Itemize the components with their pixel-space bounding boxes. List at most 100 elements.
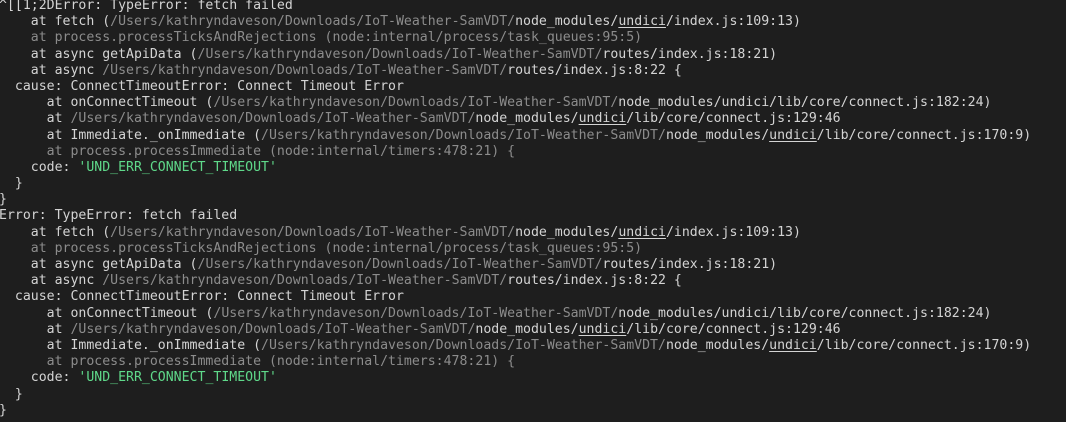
frame-location: /index.js:109:13) <box>665 224 801 240</box>
module-name: undici <box>618 14 666 30</box>
cause-line: cause: ConnectTimeoutError: Connect Time… <box>0 79 1066 95</box>
code-label: code: <box>0 159 79 175</box>
module-name: undici <box>578 111 627 127</box>
code-line: code: 'UND_ERR_CONNECT_TIMEOUT' <box>0 160 1066 176</box>
cause-line: cause: ConnectTimeoutError: Connect Time… <box>0 289 1066 305</box>
code-line: code: 'UND_ERR_CONNECT_TIMEOUT' <box>0 370 1066 386</box>
frame-prefix: at process.processImmediate (node:intern… <box>46 354 516 370</box>
frame-path: /Users/kathryndaveson/Downloads/IoT-Weat… <box>102 62 508 78</box>
frame-path: /Users/kathryndaveson/Downloads/IoT-Weat… <box>261 127 666 143</box>
error-header-line: ^[[1;2DError: TypeError: fetch failed <box>0 0 1066 14</box>
frame-path: /Users/kathryndaveson/Downloads/IoT-Weat… <box>110 224 516 240</box>
frame-location: routes/index.js:18:21) <box>602 257 778 272</box>
frame-location: node_modules/ <box>475 111 579 127</box>
stack-frame-line: at /Users/kathryndaveson/Downloads/IoT-W… <box>0 111 1066 127</box>
module-name: undici <box>769 337 817 353</box>
frame-prefix: at <box>46 111 71 127</box>
error-header: ^[[1;2DError: TypeError: fetch failed <box>0 0 293 13</box>
stack-frame-line: at onConnectTimeout (/Users/kathryndaves… <box>0 95 1066 111</box>
frame-location: node_modules/undici/lib/core/connect.js:… <box>618 305 992 321</box>
frame-location: /lib/core/connect.js:170:9) <box>816 127 1032 143</box>
closing-brace-inner: } <box>0 387 1066 403</box>
frame-prefix: at Immediate._onImmediate ( <box>46 337 262 353</box>
stack-frame-line: at onConnectTimeout (/Users/kathryndaves… <box>0 306 1066 322</box>
brace: } <box>0 176 23 192</box>
stack-frame-line: at Immediate._onImmediate (/Users/kathry… <box>0 128 1066 144</box>
frame-prefix: at onConnectTimeout ( <box>46 305 214 321</box>
frame-location: node_modules/ <box>665 337 770 353</box>
stack-frame-line: at async /Users/kathryndaveson/Downloads… <box>0 273 1066 289</box>
closing-brace-inner: } <box>0 176 1066 192</box>
code-label: code: <box>0 370 79 386</box>
frame-path: /Users/kathryndaveson/Downloads/IoT-Weat… <box>197 257 603 272</box>
error-header: Error: TypeError: fetch failed <box>0 208 238 224</box>
frame-location: /index.js:109:13) <box>665 14 801 30</box>
stack-frame-line: at process.processImmediate (node:intern… <box>0 354 1066 370</box>
frame-path: /Users/kathryndaveson/Downloads/IoT-Weat… <box>70 111 476 127</box>
frame-location: /lib/core/connect.js:170:9) <box>816 337 1032 353</box>
frame-location: node_modules/ <box>475 321 579 337</box>
brace: } <box>0 386 23 402</box>
stack-frame-line: at async getApiData (/Users/kathryndaves… <box>0 257 1066 273</box>
terminal-output[interactable]: ^[[1;2DError: TypeError: fetch failed at… <box>0 0 1066 419</box>
closing-brace-outer: } <box>0 192 1066 208</box>
frame-location: /lib/core/connect.js:129:46 <box>626 321 841 337</box>
brace: } <box>0 192 7 207</box>
frame-prefix: at fetch ( <box>30 14 111 30</box>
stack-frame-line: at fetch (/Users/kathryndaveson/Download… <box>0 14 1066 30</box>
frame-location: node_modules/undici/lib/core/connect.js:… <box>618 95 992 111</box>
frame-path: /Users/kathryndaveson/Downloads/IoT-Weat… <box>70 321 476 337</box>
frame-prefix: at process.processTicksAndRejections (no… <box>30 240 643 256</box>
stack-frame-line: at async getApiData (/Users/kathryndaves… <box>0 47 1066 63</box>
module-name: undici <box>618 224 666 240</box>
frame-path: /Users/kathryndaveson/Downloads/IoT-Weat… <box>110 14 516 30</box>
frame-prefix: at process.processImmediate (node:intern… <box>46 143 516 159</box>
frame-prefix: at process.processTicksAndRejections (no… <box>30 30 643 46</box>
frame-path: /Users/kathryndaveson/Downloads/IoT-Weat… <box>213 95 619 111</box>
stack-frame-line: at process.processTicksAndRejections (no… <box>0 30 1066 46</box>
frame-prefix: at onConnectTimeout ( <box>46 95 214 111</box>
frame-prefix: at async getApiData ( <box>30 257 198 272</box>
frame-location: routes/index.js:8:22 { <box>507 62 682 78</box>
frame-location: node_modules/ <box>665 127 770 143</box>
cause-text: cause: ConnectTimeoutError: Connect Time… <box>0 78 404 94</box>
frame-path: /Users/kathryndaveson/Downloads/IoT-Weat… <box>213 305 619 321</box>
closing-brace-outer: } <box>0 403 1066 419</box>
frame-prefix: at Immediate._onImmediate ( <box>46 127 262 143</box>
stack-frame-line: at async /Users/kathryndaveson/Downloads… <box>0 63 1066 79</box>
stack-frame-line: at /Users/kathryndaveson/Downloads/IoT-W… <box>0 322 1066 338</box>
module-name: undici <box>578 321 627 337</box>
frame-location: routes/index.js:18:21) <box>602 46 778 62</box>
frame-location: node_modules/ <box>515 14 619 30</box>
error-header-line: Error: TypeError: fetch failed <box>0 208 1066 224</box>
stack-frame-line: at Immediate._onImmediate (/Users/kathry… <box>0 338 1066 354</box>
frame-prefix: at async <box>30 62 103 78</box>
frame-prefix: at fetch ( <box>30 224 111 240</box>
stack-frame-line: at process.processImmediate (node:intern… <box>0 144 1066 160</box>
code-value: 'UND_ERR_CONNECT_TIMEOUT' <box>78 159 277 175</box>
stack-frame-line: at process.processTicksAndRejections (no… <box>0 241 1066 257</box>
cause-text: cause: ConnectTimeoutError: Connect Time… <box>0 289 404 305</box>
frame-location: routes/index.js:8:22 { <box>507 273 682 289</box>
frame-location: /lib/core/connect.js:129:46 <box>626 111 841 127</box>
frame-path: /Users/kathryndaveson/Downloads/IoT-Weat… <box>197 46 603 62</box>
module-name: undici <box>769 127 817 143</box>
frame-prefix: at async getApiData ( <box>30 46 198 62</box>
frame-location: node_modules/ <box>515 224 619 240</box>
